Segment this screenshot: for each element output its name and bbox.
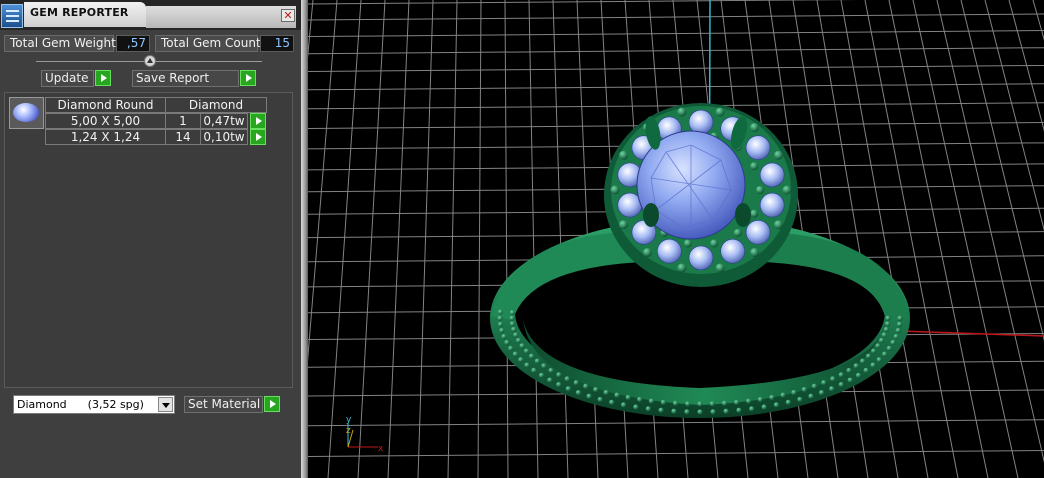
chevron-down-icon[interactable] bbox=[158, 397, 173, 412]
row1-weight: 0,47tw bbox=[200, 113, 248, 129]
update-play-icon[interactable] bbox=[95, 70, 111, 86]
gem-reporter-panel: GEM REPORTER ✕ Total Gem Weight ,57 Tota… bbox=[0, 0, 301, 478]
row2-play-icon[interactable] bbox=[250, 129, 266, 145]
material-density: (3,52 spg) bbox=[87, 398, 144, 411]
material-name: Diamond bbox=[17, 398, 67, 411]
row1-play-icon[interactable] bbox=[250, 113, 266, 129]
triad-z-label: z bbox=[346, 426, 351, 436]
row2-size: 1,24 X 1,24 bbox=[45, 129, 166, 145]
gem-thumbnail bbox=[9, 97, 44, 129]
total-gem-count-label: Total Gem Count bbox=[155, 35, 261, 52]
panel-title: GEM REPORTER bbox=[30, 6, 129, 19]
total-gem-weight-value: ,57 bbox=[116, 35, 150, 52]
title-bar[interactable]: GEM REPORTER ✕ bbox=[0, 0, 301, 30]
header-material: Diamond bbox=[165, 97, 267, 113]
save-report-play-icon[interactable] bbox=[240, 70, 256, 86]
save-report-button[interactable]: Save Report bbox=[132, 70, 239, 87]
total-gem-count-value: 15 bbox=[260, 35, 294, 52]
row1-count: 1 bbox=[165, 113, 201, 129]
total-gem-weight-label: Total Gem Weight bbox=[4, 35, 116, 52]
close-icon[interactable]: ✕ bbox=[281, 9, 295, 22]
panel-splitter[interactable] bbox=[301, 0, 308, 478]
ring-model bbox=[490, 103, 910, 418]
row2-count: 14 bbox=[165, 129, 201, 145]
row1-size: 5,00 X 5,00 bbox=[45, 113, 166, 129]
3d-viewport[interactable]: y z x bbox=[308, 0, 1044, 478]
header-stone-type: Diamond Round bbox=[45, 97, 166, 113]
gem-reporter-app-icon bbox=[1, 4, 23, 28]
row2-weight: 0,10tw bbox=[200, 129, 248, 145]
axis-triad: y z x bbox=[346, 415, 384, 454]
material-select[interactable]: Diamond (3,52 spg) bbox=[13, 395, 175, 414]
triad-y-label: y bbox=[346, 415, 352, 425]
set-material-play-icon[interactable] bbox=[264, 396, 280, 412]
triad-x-label: x bbox=[378, 444, 384, 454]
update-button[interactable]: Update bbox=[41, 70, 94, 87]
round-diamond-icon bbox=[13, 103, 39, 122]
set-material-button[interactable]: Set Material bbox=[184, 396, 263, 413]
viewport-canvas: y z x bbox=[308, 0, 1044, 478]
collapse-handle-icon[interactable] bbox=[144, 55, 156, 67]
title-bar-fill bbox=[146, 6, 296, 28]
